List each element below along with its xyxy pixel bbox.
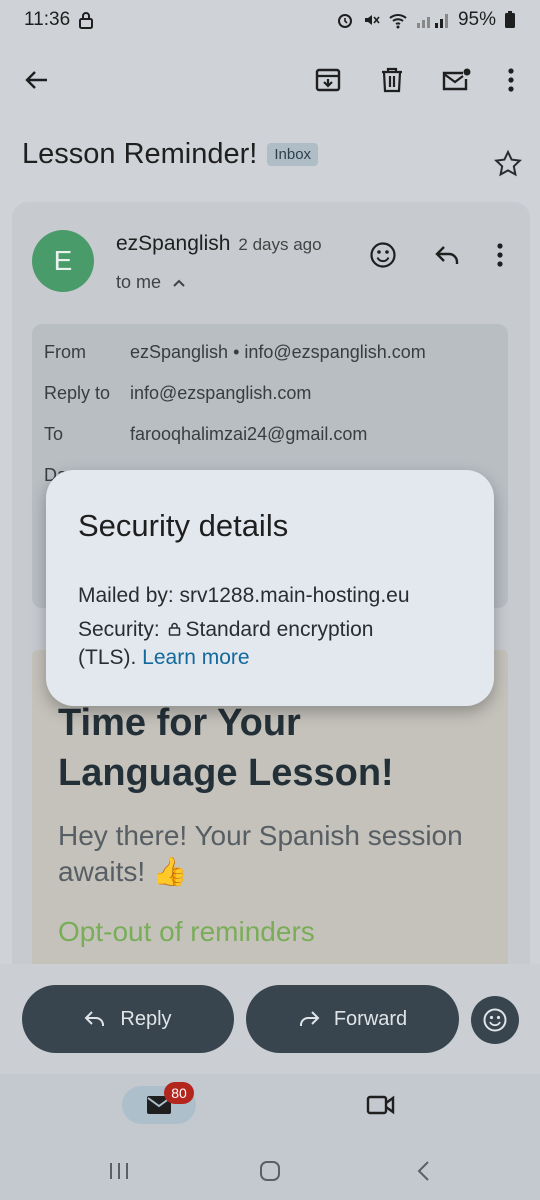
lock-icon bbox=[168, 622, 180, 636]
security-details-dialog: Security details Mailed by: srv1288.main… bbox=[46, 470, 494, 706]
dialog-title: Security details bbox=[78, 508, 289, 543]
mailed-by-text: Mailed by: srv1288.main-hosting.eu bbox=[78, 584, 410, 607]
learn-more-link[interactable]: Learn more bbox=[142, 646, 249, 669]
security-value: Standard encryption bbox=[185, 618, 374, 641]
security-text: Security: Standard encryption (TLS). Lea… bbox=[78, 616, 478, 672]
tls-text: (TLS). bbox=[78, 646, 143, 669]
security-prefix: Security: bbox=[78, 618, 166, 641]
